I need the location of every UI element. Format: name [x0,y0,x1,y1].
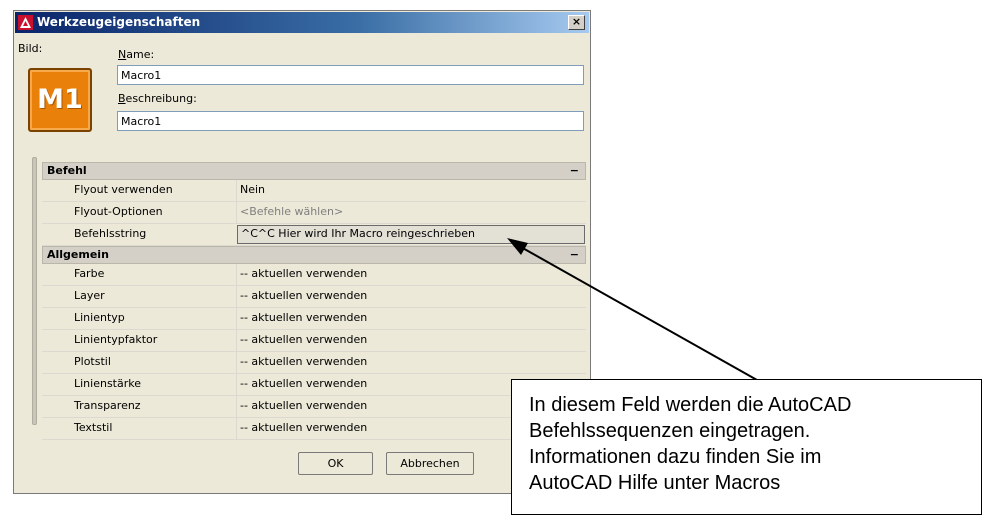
callout-line: AutoCAD Hilfe unter Macros [529,472,781,494]
callout-line: Befehlssequenzen eingetragen. [529,420,811,442]
callout-text: In diesem Feld werden die AutoCAD Befehl… [529,392,973,496]
callout-line: In diesem Feld werden die AutoCAD [529,394,852,416]
callout-line: Informationen dazu finden Sie im [529,446,822,468]
callout-box: In diesem Feld werden die AutoCAD Befehl… [511,379,982,515]
